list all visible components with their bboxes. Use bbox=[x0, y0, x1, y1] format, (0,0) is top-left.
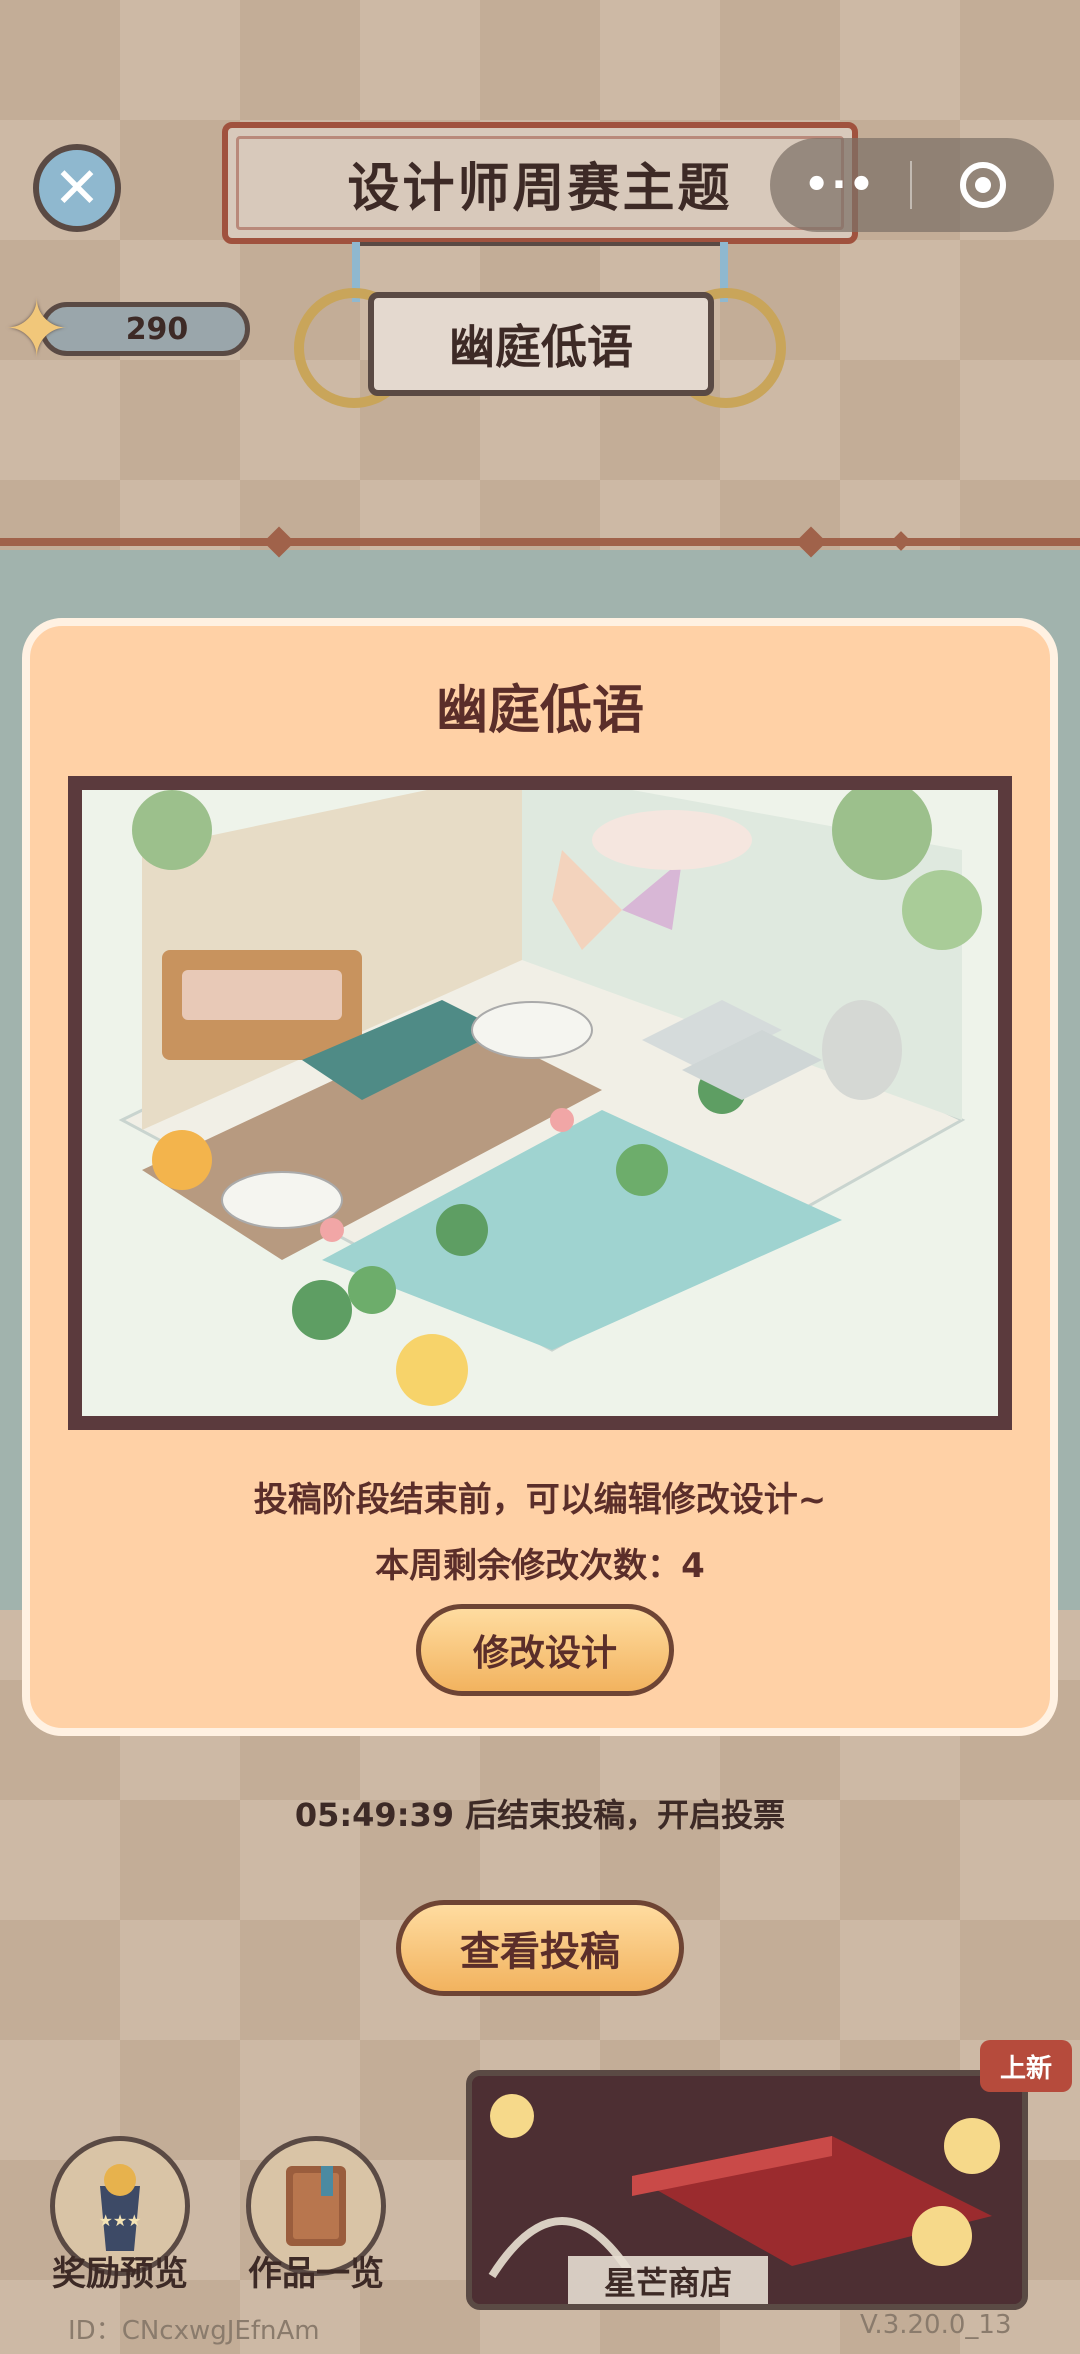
close-button[interactable]: ✕ bbox=[33, 144, 121, 232]
star-store-button[interactable]: 星芒商店 bbox=[466, 2070, 1028, 2310]
page-title-text: 设计师周赛主题 bbox=[347, 158, 733, 219]
edit-hint-text: 投稿阶段结束前，可以编辑修改设计~ bbox=[253, 1480, 827, 1520]
design-preview-image bbox=[68, 776, 1012, 1430]
new-badge: 上新 bbox=[980, 2040, 1072, 2092]
room-illustration bbox=[82, 790, 998, 1416]
design-modal: 幽庭低语 投稿阶段结束前，可以编辑修改设计~ 本周剩余修改次数：4 修改设计 bbox=[22, 618, 1058, 1736]
theme-sign: 幽庭低语 bbox=[368, 292, 714, 396]
countdown-time: 05:49:39 bbox=[294, 1796, 455, 1834]
theme-sign-text: 幽庭低语 bbox=[449, 320, 633, 374]
page-title: 设计师周赛主题 bbox=[222, 122, 858, 244]
trophy-icon: ★★★ bbox=[98, 2164, 142, 2251]
more-menu-button[interactable]: •·• bbox=[770, 162, 910, 208]
view-submissions-button[interactable]: 查看投稿 bbox=[396, 1900, 684, 1996]
star-icon: ✦ bbox=[4, 285, 70, 375]
user-id: ID：CNcxwgJEfnAm bbox=[68, 2316, 320, 2346]
version-label: V.3.20.0_13 bbox=[860, 2310, 1012, 2340]
view-submissions-label: 查看投稿 bbox=[460, 1929, 620, 1975]
countdown-suffix: 后结束投稿，开启投票 bbox=[465, 1796, 786, 1834]
book-icon bbox=[286, 2166, 346, 2246]
star-count-value: 290 bbox=[125, 311, 189, 347]
close-icon: ✕ bbox=[53, 155, 101, 221]
target-circle-icon bbox=[960, 162, 1006, 208]
rewards-preview-label: 奖励预览 bbox=[52, 2254, 188, 2294]
exit-mini-program-button[interactable] bbox=[912, 162, 1054, 208]
modify-design-button[interactable]: 修改设计 bbox=[416, 1604, 674, 1696]
countdown-text: 05:49:39 后结束投稿，开启投票 bbox=[0, 1790, 1080, 1836]
mini-program-capsule: •·• bbox=[770, 138, 1054, 232]
remaining-edits-text: 本周剩余修改次数：4 bbox=[375, 1546, 705, 1586]
modify-design-label: 修改设计 bbox=[472, 1633, 617, 1674]
works-list-label: 作品一览 bbox=[248, 2254, 384, 2294]
more-dots-icon: •·• bbox=[803, 162, 877, 208]
svg-text:★★★: ★★★ bbox=[98, 2211, 141, 2230]
star-store-label: 星芒商店 bbox=[568, 2256, 768, 2304]
modal-title: 幽庭低语 bbox=[435, 681, 644, 741]
divider-diamond bbox=[891, 531, 911, 551]
star-store-label-text: 星芒商店 bbox=[603, 2264, 732, 2302]
divider-line bbox=[0, 538, 1080, 546]
